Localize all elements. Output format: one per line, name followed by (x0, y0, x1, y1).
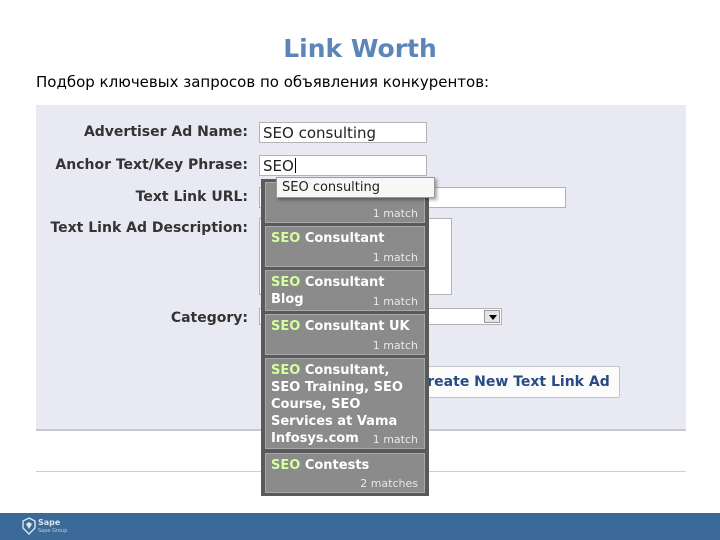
text-link-url-label: Text Link URL: (135, 189, 248, 205)
footer-tagline: Sape Group (38, 528, 68, 534)
suggestion-match-highlight: SEO (271, 319, 301, 334)
slide-subtitle: Подбор ключевых запросов по объявления к… (36, 73, 490, 91)
create-text-link-ad-button[interactable]: Create New Text Link Ad (416, 366, 620, 398)
suggestion-item[interactable]: SEO Contests 2 matches (265, 453, 425, 493)
suggestion-match-highlight: SEO (271, 363, 301, 378)
anchor-text-value: SEO (263, 157, 294, 175)
category-label: Category: (170, 310, 248, 326)
suggestion-remainder: Consultant (300, 231, 385, 246)
footer-brand: Sape (38, 518, 61, 527)
suggestion-count: 1 match (372, 207, 418, 220)
suggestion-item[interactable]: SEO Consultant UK 1 match (265, 314, 425, 355)
footer-bar: Sape Sape Group (0, 513, 720, 540)
suggestion-text: SEO Contests (266, 454, 424, 474)
suggestion-match-highlight: SEO (271, 275, 301, 290)
chevron-down-icon[interactable] (484, 310, 500, 323)
suggestion-item[interactable]: SEO Consultant Blog 1 match (265, 270, 425, 311)
advertiser-ad-name-label: Advertiser Ad Name: (83, 124, 248, 140)
text-link-description-label: Text Link Ad Description: (50, 220, 248, 236)
advertiser-ad-name-input[interactable]: SEO consulting (259, 122, 427, 143)
suggestion-remainder: Contests (300, 458, 370, 473)
suggestion-match-highlight: SEO (271, 231, 301, 246)
suggestion-count: 1 match (372, 251, 418, 264)
suggestion-item[interactable]: SEO Consultant 1 match (265, 226, 425, 267)
suggestion-count: 1 match (372, 295, 418, 308)
advertiser-ad-name-value: SEO consulting (263, 124, 377, 142)
suggestion-text: SEO Consultant UK (266, 315, 424, 335)
anchor-text-input[interactable]: SEO (259, 155, 427, 176)
text-caret (294, 158, 296, 173)
sape-logo-icon (22, 517, 36, 535)
suggestion-match-highlight: SEO (271, 458, 301, 473)
suggestion-count: 1 match (372, 433, 418, 446)
suggestion-text: SEO Consultant (266, 227, 424, 247)
autocomplete-dropdown: 1 match SEO Consultant 1 match SEO Consu… (261, 179, 429, 496)
suggestion-count: 2 matches (360, 477, 418, 490)
suggestion-item[interactable]: SEO Consultant, SEO Training, SEO Course… (265, 358, 425, 449)
autocomplete-tooltip: SEO consulting (276, 177, 435, 198)
suggestion-count: 1 match (372, 339, 418, 352)
suggestion-remainder: Consultant UK (300, 319, 410, 334)
anchor-text-label: Anchor Text/Key Phrase: (55, 157, 248, 173)
slide-title: Link Worth (283, 34, 437, 63)
